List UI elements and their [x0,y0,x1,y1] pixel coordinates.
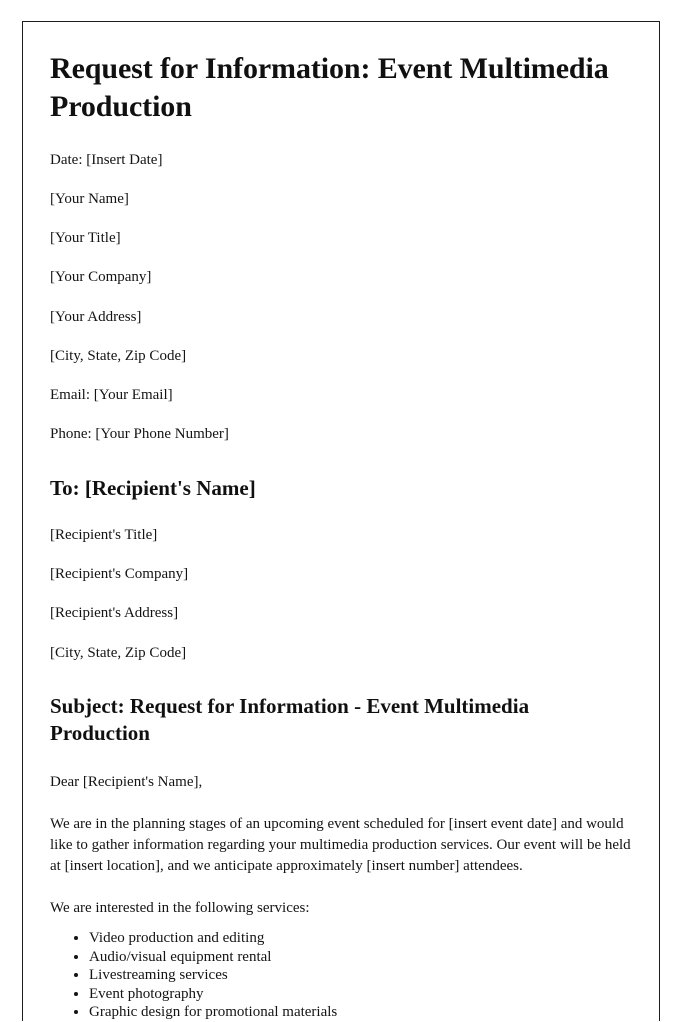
list-item: Audio/visual equipment rental [89,948,633,967]
intro-paragraph: We are in the planning stages of an upco… [50,816,631,875]
list-item: Livestreaming services [89,966,633,985]
sender-name: [Your Name] [50,190,129,207]
recipient-company: [Recipient's Company] [50,566,189,583]
document-title: Request for Information: Event Multimedi… [50,52,609,123]
list-item: Event photography [89,985,633,1004]
recipient-block: [Recipient's Title] [Recipient's Company… [50,525,633,663]
salutation: Dear [Recipient's Name], [50,774,203,791]
recipient-heading: To: [Recipient's Name] [50,475,256,500]
sender-block: Date: [Insert Date] [Your Name] [Your Ti… [50,150,633,445]
list-item: Video production and editing [89,929,633,948]
list-item: Graphic design for promotional materials [89,1003,633,1022]
subject-heading: Subject: Request for Information - Event… [50,693,530,746]
services-list: Video production and editing Audio/visua… [50,929,633,1022]
recipient-city-state-zip: [City, State, Zip Code] [50,644,187,661]
sender-title: [Your Title] [50,230,121,247]
sender-phone: Phone: [Your Phone Number] [50,426,229,443]
services-lead-in: We are interested in the following servi… [50,900,310,917]
document-body: Request for Information: Event Multimedi… [23,22,659,1022]
sender-email: Email: [Your Email] [50,387,173,404]
sender-company: [Your Company] [50,269,152,286]
sender-city-state-zip: [City, State, Zip Code] [50,347,187,364]
document-page: Request for Information: Event Multimedi… [22,21,660,1021]
recipient-address: [Recipient's Address] [50,605,179,622]
recipient-title: [Recipient's Title] [50,526,158,543]
sender-date: Date: [Insert Date] [50,151,163,168]
sender-address: [Your Address] [50,308,142,325]
